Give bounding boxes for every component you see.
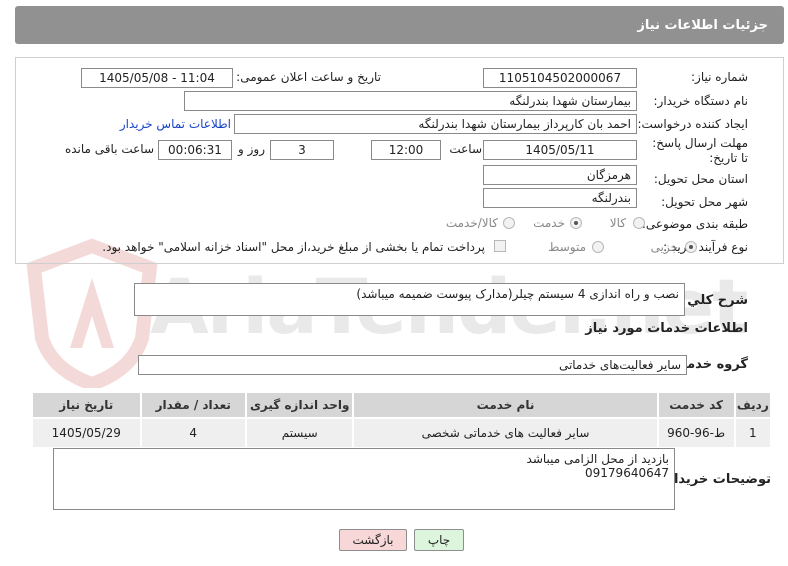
buyer-org-label: نام دستگاه خریدار:: [653, 94, 749, 108]
treasury-note: پرداخت تمام یا بخشی از مبلغ خرید،از محل …: [102, 240, 485, 254]
col-need-date: تاریخ نیاز: [31, 391, 142, 419]
deadline-time-label: ساعت: [449, 142, 482, 156]
city-label: شهر محل تحویل:: [661, 195, 748, 209]
buyer-notes-line-1: بازدید از محل الزامی میباشد: [526, 452, 669, 466]
buyer-contact-link[interactable]: اطلاعات تماس خریدار: [120, 117, 231, 131]
cell-service-code: ط-96-960: [656, 417, 736, 449]
cell-need-date: 1405/05/29: [31, 417, 142, 449]
col-row-number: ردیف: [733, 391, 773, 419]
requester-field: احمد بان کارپرداز بیمارستان شهدا بندرلنگ…: [234, 114, 637, 134]
col-service-name: نام خدمت: [352, 391, 659, 419]
category-option-both: کالا/خدمت: [445, 216, 498, 230]
description-field: نصب و راه اندازی 4 سیستم چیلر(مدارک پیوس…: [134, 283, 685, 316]
days-field: 3: [270, 140, 334, 160]
table-row: 1 ط-96-960 سایر فعالیت های خدماتی شخصی س…: [31, 417, 773, 449]
services-table: ردیف کد خدمت نام خدمت واحد اندازه گیری ت…: [31, 391, 773, 449]
col-unit: واحد اندازه گیری: [244, 391, 355, 419]
purchase-radio-medium[interactable]: [592, 241, 604, 253]
deadline-time-field: 12:00: [371, 140, 441, 160]
need-number-field: 1105104502000067: [483, 68, 637, 88]
back-button[interactable]: بازگشت: [339, 529, 407, 551]
cell-unit: سیستم: [244, 417, 355, 449]
treasury-checkbox[interactable]: [494, 240, 506, 252]
category-option-goods: کالا: [609, 216, 626, 230]
cell-row-number: 1: [733, 417, 773, 449]
announce-field: 1405/05/08 - 11:04: [81, 68, 233, 88]
purchase-option-minor: جزیی: [650, 240, 678, 254]
service-group-field: سایر فعالیت‌های خدماتی: [138, 355, 687, 375]
category-radio-both[interactable]: [503, 217, 515, 229]
remaining-label: ساعت باقی مانده: [64, 142, 154, 156]
buyer-org-field: بیمارستان شهدا بندرلنگه: [184, 91, 637, 111]
province-label: استان محل تحویل:: [653, 172, 748, 186]
buyer-notes-line-2: 09179640647: [585, 466, 669, 480]
cell-quantity: 4: [139, 417, 247, 449]
city-field: بندرلنگه: [483, 188, 637, 208]
print-button[interactable]: چاپ: [414, 529, 464, 551]
deadline-label: مهلت ارسال پاسخ: تا تاریخ:: [652, 136, 748, 165]
announce-label: تاریخ و ساعت اعلان عمومی:: [236, 70, 381, 84]
need-number-label: شماره نیاز:: [691, 70, 748, 84]
remaining-time-field: 00:06:31: [158, 140, 232, 160]
days-label: روز و: [238, 142, 265, 156]
page-title: جزئیات اطلاعات نیاز: [637, 18, 768, 33]
table-header-row: ردیف کد خدمت نام خدمت واحد اندازه گیری ت…: [31, 391, 773, 419]
buyer-notes-field: بازدید از محل الزامی میباشد 09179640647: [53, 448, 675, 510]
purchase-option-medium: متوسط: [548, 240, 586, 254]
cell-service-name: سایر فعالیت های خدماتی شخصی: [352, 417, 659, 449]
category-option-service: خدمت: [533, 216, 565, 230]
category-radio-goods[interactable]: [633, 217, 645, 229]
requester-label: ایجاد کننده درخواست:: [637, 117, 748, 131]
buyer-notes-label: توضیحات خریدار:: [661, 472, 771, 487]
category-radio-service[interactable]: [570, 217, 582, 229]
category-label: طبقه بندی موضوعی:: [641, 217, 748, 231]
services-section-title: اطلاعات خدمات مورد نیاز: [585, 321, 748, 336]
purchase-radio-minor[interactable]: [685, 241, 697, 253]
province-field: هرمزگان: [483, 165, 637, 185]
deadline-date-field: 1405/05/11: [483, 140, 637, 160]
col-quantity: تعداد / مقدار: [139, 391, 247, 419]
col-service-code: کد خدمت: [656, 391, 736, 419]
